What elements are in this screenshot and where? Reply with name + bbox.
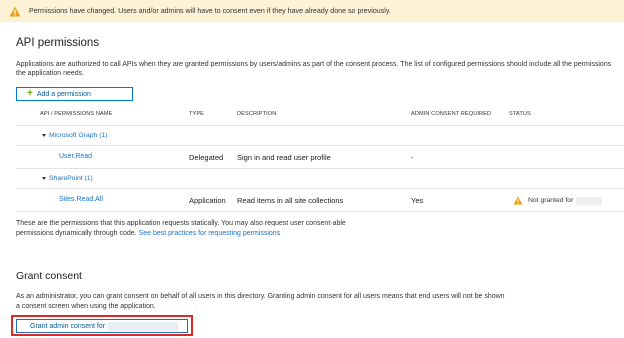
warning-banner: Permissions have changed. Users and/or a… bbox=[0, 0, 624, 22]
redacted-tenant-name bbox=[576, 196, 603, 205]
permission-sites-read-all-link[interactable]: Sites.Read.All bbox=[59, 196, 103, 203]
permission-type: Application bbox=[189, 196, 226, 205]
column-header-description: DESCRIPTION bbox=[237, 111, 277, 117]
best-practices-link[interactable]: See best practices for requesting permis… bbox=[139, 230, 281, 237]
group-sharepoint[interactable]: SharePoint (1) bbox=[42, 175, 93, 182]
column-header-type: TYPE bbox=[189, 111, 205, 117]
add-permission-button[interactable]: + Add a permission bbox=[16, 87, 133, 101]
static-permissions-note: These are the permissions that this appl… bbox=[16, 220, 346, 237]
permission-type: Delegated bbox=[189, 153, 224, 162]
plus-icon: + bbox=[27, 88, 33, 99]
status-text: Not granted for bbox=[528, 197, 574, 204]
grant-consent-title: Grant consent bbox=[16, 270, 82, 282]
permission-description: Read items in all site collections bbox=[237, 196, 344, 205]
warning-icon bbox=[9, 6, 21, 17]
divider bbox=[16, 145, 624, 146]
column-header-admin-consent: ADMIN CONSENT REQUIRED bbox=[411, 111, 492, 117]
add-permission-label: Add a permission bbox=[36, 90, 91, 98]
admin-consent-value: Yes bbox=[411, 196, 424, 205]
grant-consent-description: As an administrator, you can grant conse… bbox=[16, 293, 505, 310]
api-permissions-description: Applications are authorized to call APIs… bbox=[16, 61, 612, 77]
divider bbox=[16, 125, 624, 126]
group-microsoft-graph[interactable]: Microsoft Graph (1) bbox=[42, 132, 108, 139]
banner-text: Permissions have changed. Users and/or a… bbox=[29, 7, 391, 15]
column-header-status: STATUS bbox=[509, 111, 531, 117]
divider bbox=[16, 188, 624, 189]
caret-down-icon bbox=[42, 177, 46, 180]
divider bbox=[16, 168, 624, 169]
permission-user-read-link[interactable]: User.Read bbox=[59, 153, 92, 160]
admin-consent-value: - bbox=[411, 153, 414, 162]
permission-description: Sign in and read user profile bbox=[237, 153, 331, 162]
warning-icon bbox=[513, 196, 523, 205]
divider bbox=[16, 211, 624, 212]
status-badge: Not granted for bbox=[513, 196, 603, 205]
caret-down-icon bbox=[42, 134, 46, 137]
grant-admin-consent-label: Grant admin consent for bbox=[30, 322, 106, 330]
redacted-tenant-name bbox=[108, 321, 179, 331]
column-header-name: API / PERMISSIONS NAME bbox=[40, 111, 113, 117]
api-permissions-title: API permissions bbox=[16, 37, 100, 49]
grant-admin-consent-button[interactable]: Grant admin consent for bbox=[16, 319, 188, 333]
